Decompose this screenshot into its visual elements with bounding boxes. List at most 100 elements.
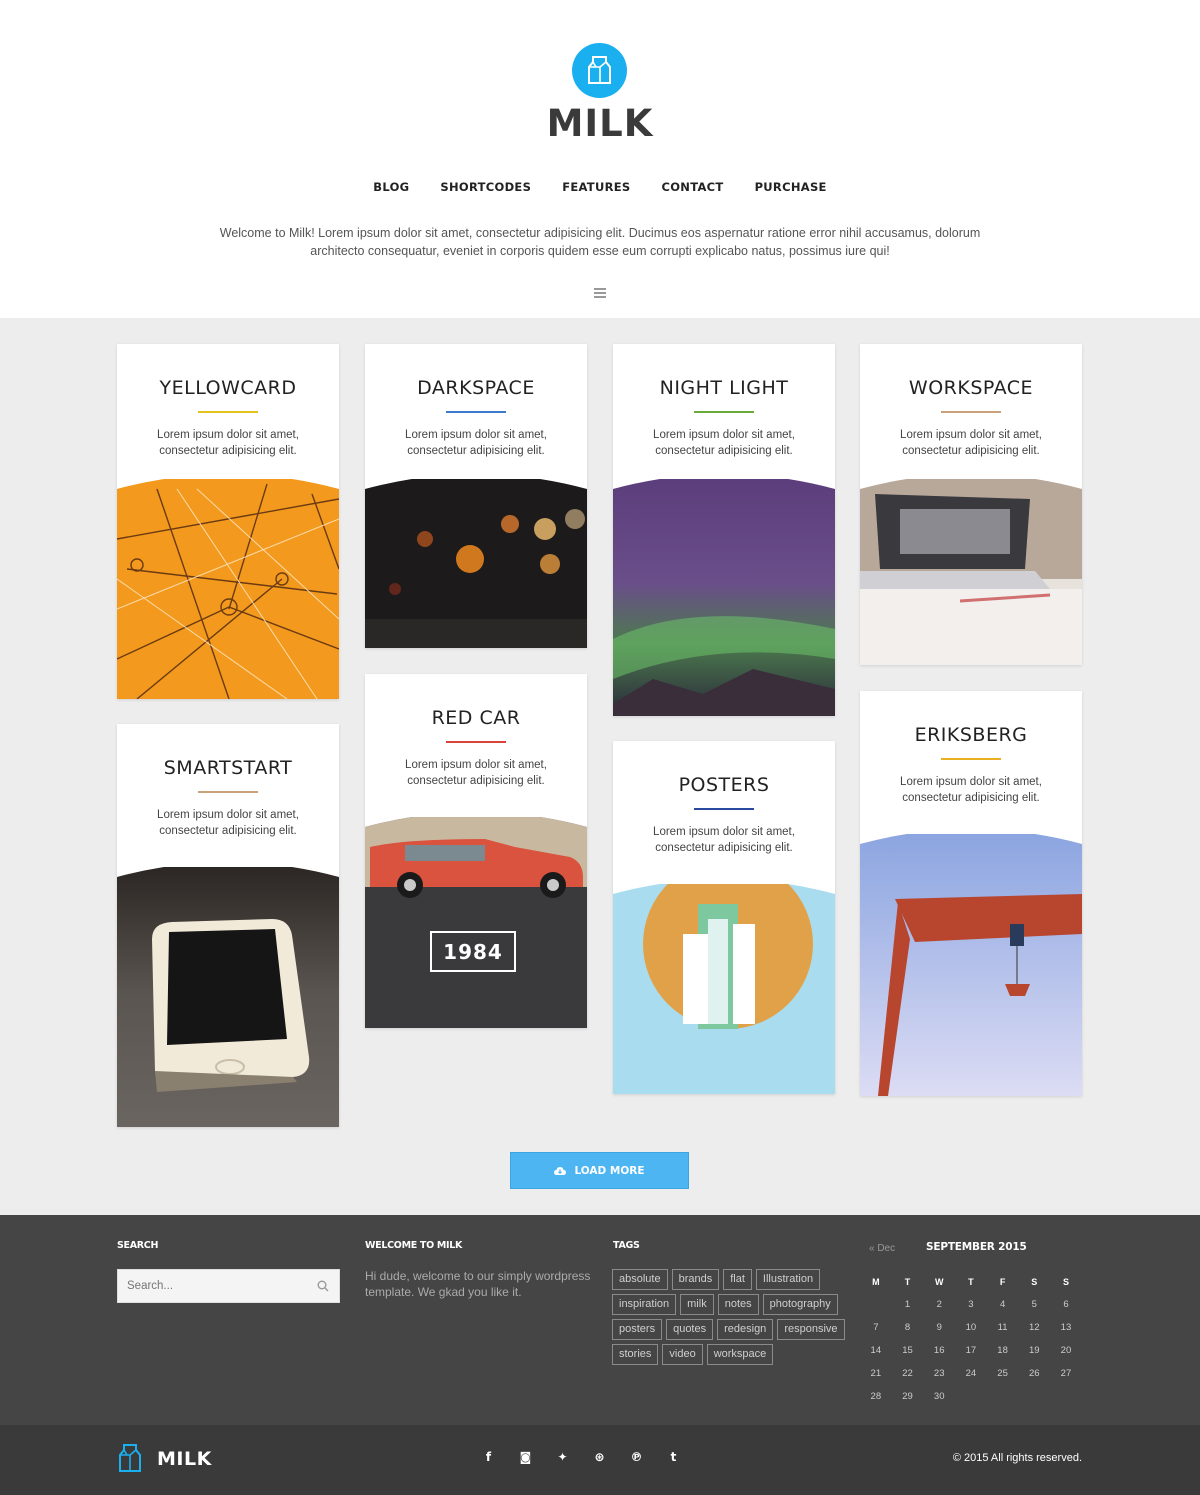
social-links: f ◙ ✦ ⊛ ℗ t [480,1450,682,1464]
load-more-button[interactable]: LOAD MORE [510,1152,689,1189]
intro-line-2: architecto consequatur, eveniet in corpo… [310,244,890,258]
twitter-icon[interactable]: ✦ [554,1450,571,1464]
tag[interactable]: flat [723,1269,752,1290]
main-nav: BLOG SHORTCODES FEATURES CONTACT PURCHAS… [0,180,1200,194]
tag[interactable]: redesign [717,1319,774,1340]
card-night-light[interactable]: NIGHT LIGHT Lorem ipsum dolor sit amet, c… [613,344,835,716]
milk-carton-icon [588,56,611,84]
tag[interactable]: Illustration [755,1269,821,1290]
card-title: YELLOWCARD [159,377,297,399]
tag[interactable]: photography [762,1294,838,1315]
tag[interactable]: inspiration [612,1294,677,1315]
calendar-week: 21 22 23 24 25 26 27 [870,1368,1072,1379]
calendar-week: 28 29 30 [870,1391,945,1402]
tag[interactable]: workspace [706,1344,774,1365]
card-smartstart[interactable]: SMARTSTART Lorem ipsum dolor sit amet, co… [117,724,339,1127]
card-title: DARKSPACE [417,377,535,399]
tag[interactable]: stories [612,1344,659,1365]
dribbble-icon[interactable]: ⊛ [591,1450,608,1464]
calendar-week: 14 15 16 17 18 19 20 [870,1345,1072,1356]
calendar-week: 123456 [904,1299,1069,1310]
card-description: Lorem ipsum dolor sit amet, consectetur a… [405,429,547,457]
tag[interactable]: posters [612,1319,663,1340]
card-image [613,884,835,1094]
card-darkspace[interactable]: DARKSPACE Lorem ipsum dolor sit amet, con… [365,344,587,648]
card-eriksberg[interactable]: ERIKSBERG Lorem ipsum dolor sit amet, con… [860,691,1082,1096]
card-workspace[interactable]: WORKSPACE Lorem ipsum dolor sit amet, con… [860,344,1082,665]
search-icon[interactable] [317,1280,329,1292]
card-title: ERIKSBERG [914,724,1028,746]
tag[interactable]: absolute [612,1269,668,1290]
calendar-week: 7 8 9 10 11 12 13 [873,1322,1072,1333]
milk-carton-icon[interactable] [118,1443,142,1473]
facebook-icon[interactable]: f [480,1450,497,1464]
card-title: RED CAR [431,707,521,729]
card-description: Lorem ipsum dolor sit amet, consectetur a… [405,759,547,787]
search-input[interactable] [118,1270,298,1302]
card-image: 1984 [365,817,587,1028]
tag[interactable]: quotes [666,1319,714,1340]
nav-shortcodes[interactable]: SHORTCODES [440,180,531,194]
year-badge: 1984 [430,931,516,972]
card-yellowcard[interactable]: YELLOWCARD Lorem ipsum dolor sit amet, co… [117,344,339,699]
nav-purchase[interactable]: PURCHASE [755,180,827,194]
card-image [117,867,339,1127]
calendar: MTWTFSS 123456 7 8 9 10 11 12 13 14 15 16 17 18 19 2… [860,1270,1082,1408]
calendar-prev-link[interactable]: « Dec [869,1243,895,1254]
tag[interactable]: milk [680,1294,714,1315]
nav-blog[interactable]: BLOG [373,180,409,194]
card-description: Lorem ipsum dolor sit amet, consectetur a… [900,776,1042,804]
nav-contact[interactable]: CONTACT [661,180,723,194]
card-title: NIGHT LIGHT [659,377,789,399]
card-divider [694,411,754,413]
card-divider [941,758,1001,760]
card-image [860,479,1082,665]
logo[interactable] [572,43,627,98]
search-heading: SEARCH [117,1240,159,1251]
card-image [117,479,339,699]
intro-line-1: Welcome to Milk! Lorem ipsum dolor sit a… [219,226,981,240]
search-widget [117,1269,340,1303]
instagram-icon[interactable]: ◙ [517,1450,534,1464]
tag-cloud: absolute brands flat Illustration inspir… [612,1269,847,1365]
pinterest-icon[interactable]: ℗ [628,1450,645,1464]
card-description: Lorem ipsum dolor sit amet, consectetur a… [653,429,795,457]
cloud-download-icon [554,1166,567,1175]
card-divider [198,411,258,413]
card-description: Lorem ipsum dolor sit amet, consectetur a… [157,809,299,837]
card-divider [446,411,506,413]
card-image [365,479,587,648]
card-description: Lorem ipsum dolor sit amet, consectetur a… [157,429,299,457]
card-title: POSTERS [678,774,770,796]
card-description: Lorem ipsum dolor sit amet, consectetur a… [653,826,795,854]
tumblr-icon[interactable]: t [665,1450,682,1464]
card-divider [694,808,754,810]
card-divider [446,741,506,743]
intro-text: Welcome to Milk! Lorem ipsum dolor sit a… [210,224,990,260]
card-posters[interactable]: POSTERS Lorem ipsum dolor sit amet, conse… [613,741,835,1094]
load-more-label: LOAD MORE [574,1164,645,1177]
welcome-text: Hi dude, welcome to our simply wordpress… [365,1269,591,1299]
tags-heading: TAGS [613,1240,640,1251]
tag[interactable]: video [662,1344,703,1365]
tag[interactable]: brands [671,1269,720,1290]
welcome-heading: WELCOME TO MILK [365,1240,463,1251]
brand-name: MILK [546,102,654,145]
tag[interactable]: responsive [777,1319,845,1340]
card-divider [941,411,1001,413]
calendar-title: SEPTEMBER 2015 [926,1241,1027,1253]
card-image [613,479,835,716]
menu-icon[interactable] [594,288,606,298]
card-red-car[interactable]: RED CAR Lorem ipsum dolor sit amet, conse… [365,674,587,1028]
card-divider [198,791,258,793]
nav-features[interactable]: FEATURES [562,180,630,194]
card-description: Lorem ipsum dolor sit amet, consectetur a… [900,429,1042,457]
calendar-header-row: MTWTFSS [872,1276,1069,1287]
tag[interactable]: notes [717,1294,759,1315]
header: MILK BLOG SHORTCODES FEATURES CONTACT PU… [0,0,1200,318]
footer-brand-name: MILK [157,1448,212,1470]
card-title: WORKSPACE [908,377,1034,399]
copyright: © 2015 All rights reserved. [952,1452,1082,1464]
card-image [860,834,1082,1096]
card-title: SMARTSTART [163,757,293,779]
